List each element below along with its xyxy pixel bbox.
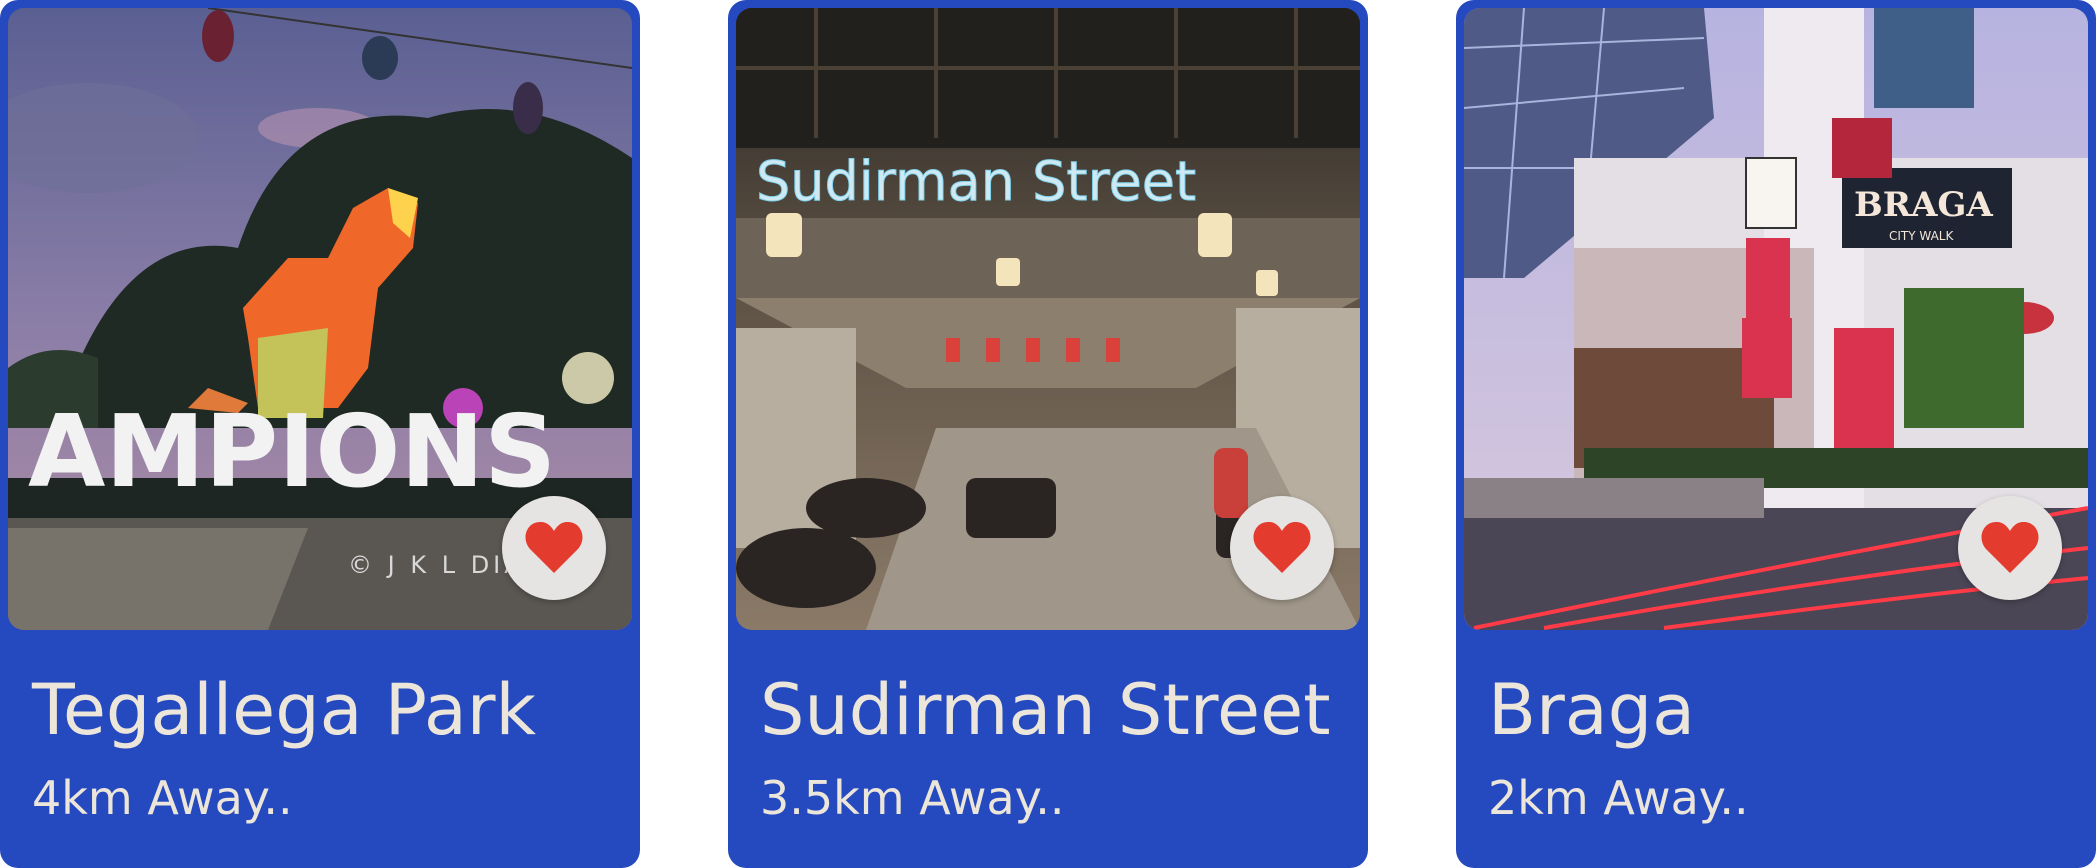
svg-text:AMPIONS: AMPIONS	[28, 393, 556, 510]
place-card-tegallega-park[interactable]: AMPIONS © J K L DIA Tegallega Park 4km A…	[0, 0, 640, 868]
place-card-braga[interactable]: BRAGA CITY WALK Braga 2km Away..	[1456, 0, 2096, 868]
svg-text:© J K L DIA: © J K L DIA	[348, 551, 525, 579]
svg-text:BRAGA: BRAGA	[1854, 185, 1993, 225]
favorite-button[interactable]	[1230, 496, 1334, 600]
place-cards: AMPIONS © J K L DIA Tegallega Park 4km A…	[0, 0, 2096, 868]
place-card-sudirman-street[interactable]: Sudirman Street Sudirman Street 3.5km Aw…	[728, 0, 1368, 868]
favorite-button[interactable]	[1958, 496, 2062, 600]
heart-icon	[1253, 521, 1311, 573]
place-name: Sudirman Street	[760, 669, 1331, 751]
place-name: Tegallega Park	[32, 669, 537, 751]
favorite-button[interactable]	[502, 496, 606, 600]
place-name: Braga	[1488, 669, 1696, 751]
svg-text:CITY WALK: CITY WALK	[1889, 229, 1954, 243]
place-distance: 3.5km Away..	[760, 771, 1065, 825]
svg-text:Sudirman Street: Sudirman Street	[756, 150, 1196, 213]
heart-icon	[1981, 521, 2039, 573]
place-distance: 4km Away..	[32, 771, 293, 825]
heart-icon	[525, 521, 583, 573]
place-distance: 2km Away..	[1488, 771, 1749, 825]
